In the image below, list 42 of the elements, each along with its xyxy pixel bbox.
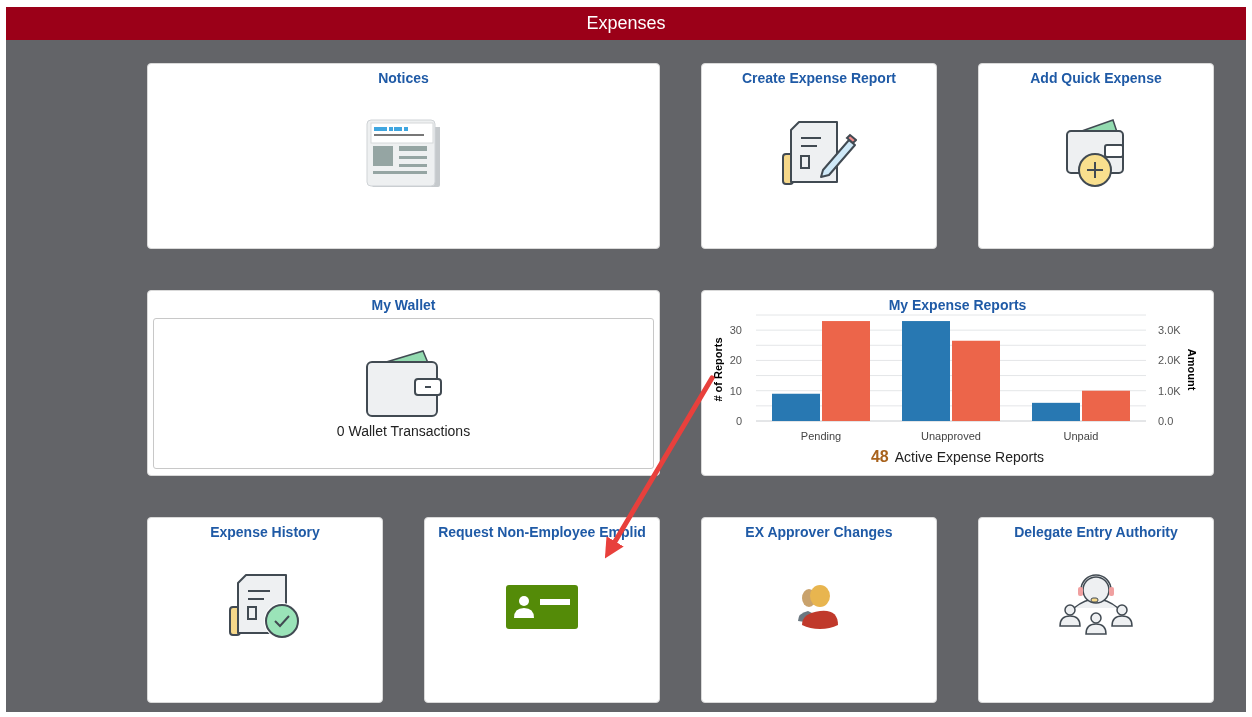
- document-pencil-icon: [781, 119, 857, 186]
- bar: [772, 393, 820, 421]
- category-label: Unpaid: [1063, 430, 1099, 442]
- tile-title: Create Expense Report: [741, 69, 897, 87]
- tile-title: Expense History: [210, 523, 320, 541]
- axis-title: # of Reports: [712, 337, 724, 402]
- axis-title: Amount: [1186, 348, 1198, 391]
- axis-tick-label: 10: [729, 384, 742, 397]
- page-title: Expenses: [586, 13, 666, 34]
- report-count: 48: [870, 448, 889, 466]
- tile-title: My Wallet: [371, 296, 436, 314]
- tile[interactable]: EX Approver Changes: [701, 517, 937, 703]
- tile[interactable]: My Wallet 0 Wallet Transactions: [147, 290, 660, 476]
- tile-title: Delegate Entry Authority: [1014, 523, 1178, 541]
- wallet-caption: 0 Wallet Transactions: [336, 422, 471, 439]
- report-count-label: Active Expense Reports: [894, 449, 1045, 465]
- bar: [1082, 390, 1130, 421]
- bar: [1032, 402, 1080, 421]
- tile-title: Notices: [378, 69, 429, 87]
- category-label: Pending: [800, 430, 842, 442]
- axis-tick-label: 2.0K: [1158, 354, 1181, 367]
- id-card-icon: [506, 584, 578, 629]
- axis-tick-label: 1.0K: [1158, 384, 1181, 397]
- newspaper-icon: [365, 118, 442, 187]
- tile[interactable]: Notices: [147, 63, 660, 249]
- axis-tick-label: 3.0K: [1158, 324, 1181, 337]
- wallet-icon: [364, 348, 443, 419]
- category-label: Unapproved: [921, 430, 981, 442]
- axis-tick-label: 20: [729, 354, 742, 367]
- tile[interactable]: Add Quick Expense: [978, 63, 1214, 249]
- document-clock-icon: [228, 572, 302, 641]
- tile[interactable]: My Expense Reports # of Reports Amount 30 3.0K 20 2.0K 10 1.0K 0 0.0 Pending Unapproved Unpaid 48 Active Expense Reports: [701, 290, 1214, 476]
- axis-tick-label: 0.0: [1158, 415, 1174, 427]
- tile[interactable]: Expense History: [147, 517, 383, 703]
- tile[interactable]: Delegate Entry Authority: [978, 517, 1214, 703]
- wallet-plus-icon: [1065, 117, 1127, 188]
- tile-title: Add Quick Expense: [1030, 69, 1162, 87]
- tile[interactable]: Create Expense Report: [701, 63, 937, 249]
- axis-tick-label: 0: [735, 415, 742, 427]
- tile-title: EX Approver Changes: [745, 523, 893, 541]
- tile-title: My Expense Reports: [888, 296, 1027, 314]
- axis-tick-label: 30: [729, 324, 742, 337]
